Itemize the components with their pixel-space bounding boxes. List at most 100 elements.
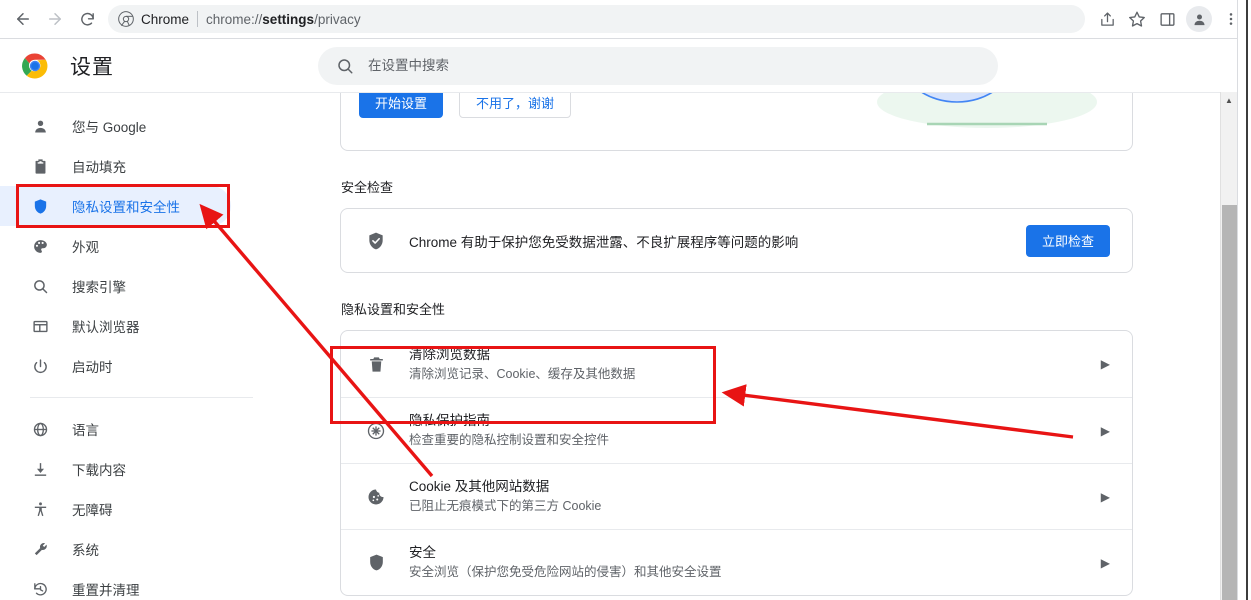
safety-check-row: Chrome 有助于保护您免受数据泄露、不良扩展程序等问题的影响 立即检查: [341, 209, 1132, 272]
profile-avatar-icon: [1192, 12, 1207, 27]
sidebar-item-label: 启动时: [72, 356, 113, 376]
bookmark-button[interactable]: [1123, 5, 1151, 33]
shield-icon: [30, 196, 50, 216]
scroll-up-arrow-icon[interactable]: ▲: [1221, 92, 1237, 109]
sidebar-item-system[interactable]: 系统: [0, 529, 231, 569]
download-icon: [30, 459, 50, 479]
url-bold-segment: settings: [262, 12, 314, 27]
sidebar-item-search-engine[interactable]: 搜索引擎: [0, 266, 231, 306]
row-subtitle: 已阻止无痕模式下的第三方 Cookie: [409, 497, 1079, 516]
row-title: 安全: [409, 543, 1079, 562]
profile-button[interactable]: [1186, 6, 1212, 32]
chevron-right-icon: ▶: [1101, 556, 1110, 570]
promo-dismiss-button[interactable]: 不用了，谢谢: [459, 92, 571, 118]
arrow-left-icon: [14, 10, 32, 28]
clipboard-icon: [30, 156, 50, 176]
sidebar-item-label: 搜索引擎: [72, 276, 126, 296]
row-text-block: 安全 安全浏览（保护您免受危险网站的侵害）和其他安全设置: [409, 543, 1079, 582]
trash-icon: [365, 353, 387, 375]
row-subtitle: 安全浏览（保护您免受危险网站的侵害）和其他安全设置: [409, 563, 1079, 582]
promo-start-button[interactable]: 开始设置: [359, 92, 443, 118]
omnibox-divider: [197, 11, 198, 27]
chevron-right-icon: ▶: [1101, 357, 1110, 371]
chrome-logo-icon: [22, 53, 48, 79]
promo-illustration: [872, 92, 1102, 140]
row-text-block: Cookie 及其他网站数据 已阻止无痕模式下的第三方 Cookie: [409, 477, 1079, 516]
row-subtitle: 清除浏览记录、Cookie、缓存及其他数据: [409, 365, 1079, 384]
sidebar-item-appearance[interactable]: 外观: [0, 226, 231, 266]
chrome-settings-window: Chrome chrome://settings/privacy: [0, 0, 1251, 600]
history-restore-icon: [30, 579, 50, 599]
navigation-buttons: [0, 4, 102, 34]
sidebar-item-label: 您与 Google: [72, 116, 146, 136]
promo-card-actions: 开始设置 不用了，谢谢: [359, 92, 571, 118]
privacy-settings-card: 清除浏览数据 清除浏览记录、Cookie、缓存及其他数据 ▶ 隐私保护指南 检查…: [340, 330, 1133, 596]
sidebar-item-downloads[interactable]: 下载内容: [0, 449, 231, 489]
settings-sidebar: 您与 Google 自动填充 隐私设置和安全性 外观: [0, 92, 253, 600]
omnibox-url: chrome://settings/privacy: [206, 12, 361, 27]
back-button[interactable]: [8, 4, 38, 34]
search-icon: [30, 276, 50, 296]
sidebar-item-you-and-google[interactable]: 您与 Google: [0, 106, 231, 146]
scrollbar-thumb[interactable]: [1222, 205, 1237, 600]
row-security[interactable]: 安全 安全浏览（保护您免受危险网站的侵害）和其他安全设置 ▶: [341, 529, 1132, 595]
search-input[interactable]: [368, 58, 980, 73]
palette-icon: [30, 236, 50, 256]
address-bar[interactable]: Chrome chrome://settings/privacy: [108, 5, 1085, 33]
sidebar-item-label: 默认浏览器: [72, 316, 140, 336]
share-button[interactable]: [1093, 5, 1121, 33]
cookie-icon: [365, 486, 387, 508]
shield-icon: [365, 552, 387, 574]
window-right-edge: [1237, 0, 1251, 600]
sidebar-item-reset-and-cleanup[interactable]: 重置并清理: [0, 569, 231, 600]
settings-main-content: 开始设置 不用了，谢谢 安全检查 Chrome 有助于保护您免受数据泄露、不良扩…: [253, 92, 1220, 600]
url-suffix: /privacy: [314, 12, 361, 27]
sidebar-item-label: 无障碍: [72, 499, 113, 519]
row-text-block: 清除浏览数据 清除浏览记录、Cookie、缓存及其他数据: [409, 345, 1079, 384]
row-title: Cookie 及其他网站数据: [409, 477, 1079, 496]
row-cookies-and-site-data[interactable]: Cookie 及其他网站数据 已阻止无痕模式下的第三方 Cookie ▶: [341, 463, 1132, 529]
row-clear-browsing-data[interactable]: 清除浏览数据 清除浏览记录、Cookie、缓存及其他数据 ▶: [341, 331, 1132, 397]
sidebar-item-privacy-and-security[interactable]: 隐私设置和安全性: [0, 186, 231, 226]
omnibox-chip-label: Chrome: [141, 12, 189, 27]
privacy-guide-icon: [365, 420, 387, 442]
shield-check-icon: [365, 230, 387, 252]
browser-toolbar: Chrome chrome://settings/privacy: [0, 0, 1251, 39]
sidebar-item-label: 语言: [72, 419, 99, 439]
share-icon: [1099, 11, 1116, 28]
url-prefix: chrome://: [206, 12, 262, 27]
reload-button[interactable]: [72, 4, 102, 34]
row-privacy-guide[interactable]: 隐私保护指南 检查重要的隐私控制设置和安全控件 ▶: [341, 397, 1132, 463]
row-text-block: 隐私保护指南 检查重要的隐私控制设置和安全控件: [409, 411, 1079, 450]
sidebar-item-autofill[interactable]: 自动填充: [0, 146, 231, 186]
power-icon: [30, 356, 50, 376]
safety-check-card: Chrome 有助于保护您免受数据泄露、不良扩展程序等问题的影响 立即检查: [340, 208, 1133, 273]
content-scrollbar[interactable]: ▲: [1220, 92, 1237, 600]
globe-icon: [30, 419, 50, 439]
sidebar-item-accessibility[interactable]: 无障碍: [0, 489, 231, 529]
reload-icon: [79, 11, 96, 28]
sidebar-item-label: 隐私设置和安全性: [72, 196, 180, 216]
sidebar-item-label: 重置并清理: [72, 579, 140, 599]
browser-window-icon: [30, 316, 50, 336]
row-title: 隐私保护指南: [409, 411, 1079, 430]
toolbar-icon-group: [1093, 5, 1251, 33]
safety-check-run-button[interactable]: 立即检查: [1026, 225, 1110, 257]
chrome-logo-icon: [118, 11, 134, 27]
settings-search-box[interactable]: [318, 47, 998, 85]
sidebar-item-label: 自动填充: [72, 156, 126, 176]
settings-brand: 设置: [0, 51, 318, 81]
forward-button[interactable]: [40, 4, 70, 34]
accessibility-icon: [30, 499, 50, 519]
sidebar-item-on-startup[interactable]: 启动时: [0, 346, 231, 386]
side-panel-button[interactable]: [1153, 5, 1181, 33]
search-icon: [336, 57, 354, 75]
privacy-section-heading: 隐私设置和安全性: [341, 299, 1220, 318]
sidebar-item-languages[interactable]: 语言: [0, 409, 231, 449]
window-border: [1246, 0, 1248, 600]
promo-card-inner: 开始设置 不用了，谢谢: [341, 92, 1132, 151]
settings-header: 设置: [0, 39, 1237, 92]
sidebar-group-secondary: 语言 下载内容 无障碍 系统: [0, 409, 253, 600]
sidebar-item-default-browser[interactable]: 默认浏览器: [0, 306, 231, 346]
bookmark-star-icon: [1128, 10, 1146, 28]
